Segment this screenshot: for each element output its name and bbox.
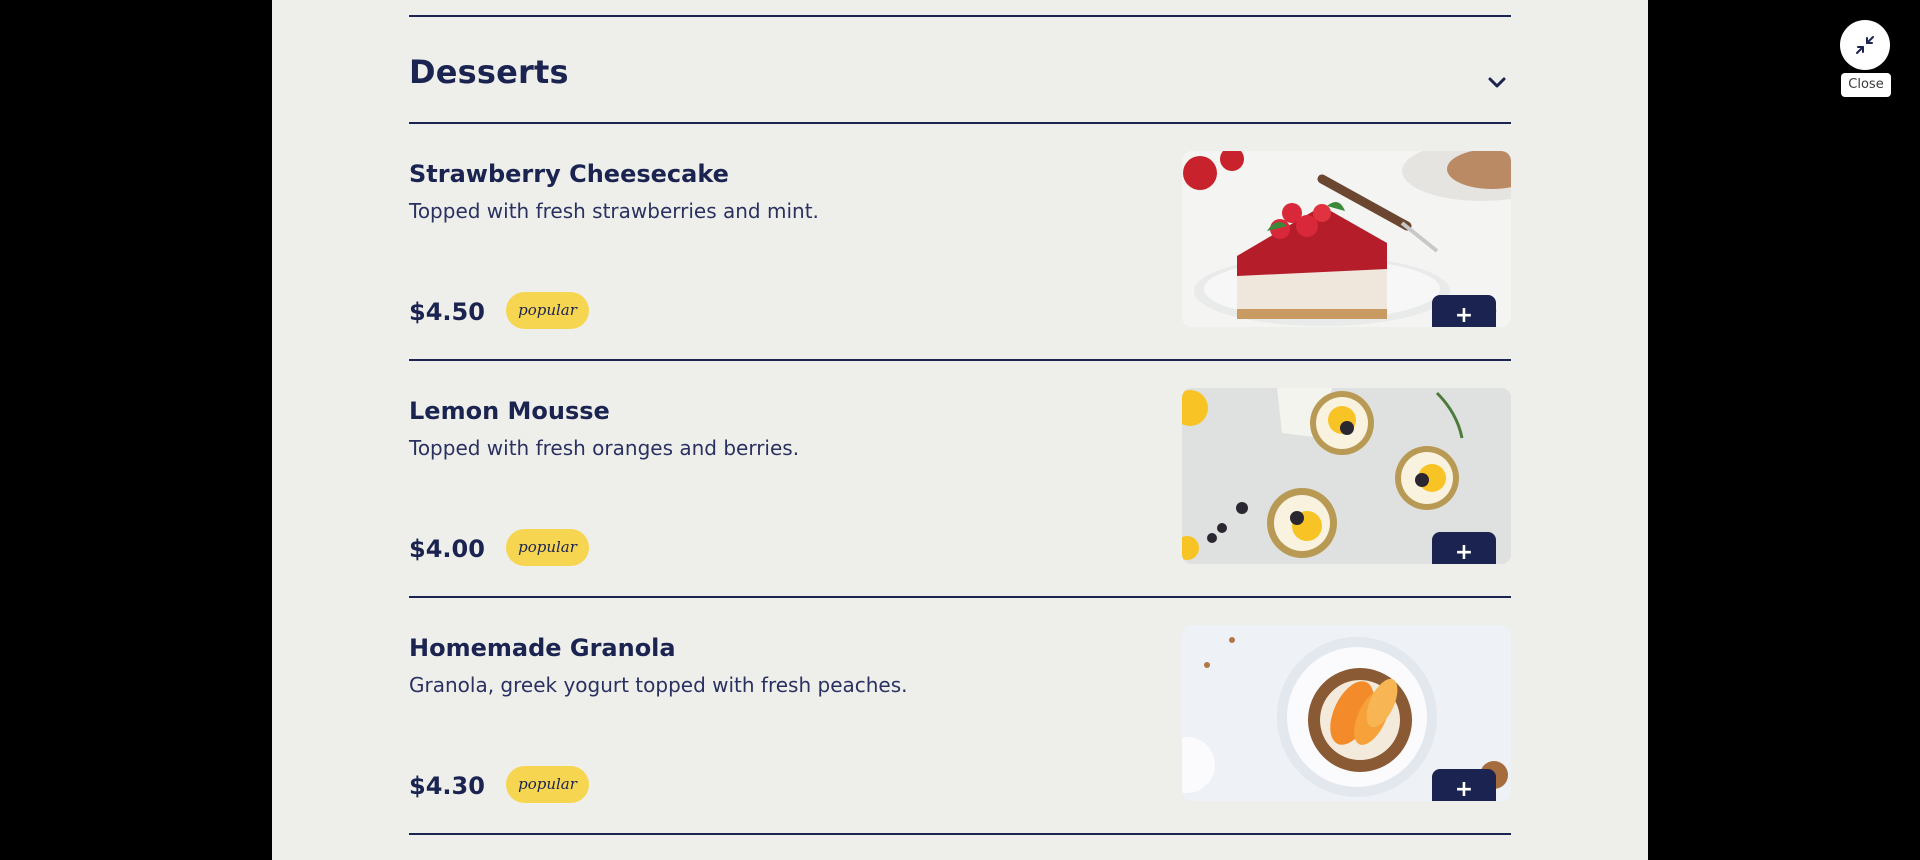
item-price: $4.30 [409, 772, 485, 800]
menu-panel: Desserts Strawberry Cheesecake Topped wi… [272, 0, 1648, 860]
section-header[interactable]: Desserts [409, 17, 1511, 122]
lemon-mousse-photo: + [1182, 388, 1511, 564]
section-title: Desserts [409, 53, 569, 91]
strawberry-cheesecake-photo: + [1182, 151, 1511, 327]
close-control: Close [1840, 20, 1892, 97]
item-name: Homemade Granola [409, 634, 676, 662]
popular-badge: popular [506, 766, 589, 803]
chevron-down-icon[interactable] [1487, 73, 1507, 93]
item-description: Granola, greek yogurt topped with fresh … [409, 673, 908, 697]
close-tooltip: Close [1841, 73, 1891, 97]
add-to-cart-button[interactable]: + [1432, 532, 1496, 564]
popular-badge: popular [506, 529, 589, 566]
add-to-cart-button[interactable]: + [1432, 769, 1496, 801]
menu-item-homemade-granola[interactable]: Homemade Granola Granola, greek yogurt t… [409, 598, 1511, 833]
item-name: Strawberry Cheesecake [409, 160, 729, 188]
menu-item-strawberry-cheesecake[interactable]: Strawberry Cheesecake Topped with fresh … [409, 124, 1511, 359]
homemade-granola-photo: + [1182, 625, 1511, 801]
divider [409, 833, 1511, 835]
popular-badge: popular [506, 292, 589, 329]
item-price: $4.50 [409, 298, 485, 326]
item-name: Lemon Mousse [409, 397, 610, 425]
menu-section: Desserts Strawberry Cheesecake Topped wi… [409, 0, 1511, 835]
add-to-cart-button[interactable]: + [1432, 295, 1496, 327]
menu-item-lemon-mousse[interactable]: Lemon Mousse Topped with fresh oranges a… [409, 361, 1511, 596]
minimize-icon [1856, 36, 1874, 54]
item-price: $4.00 [409, 535, 485, 563]
close-button[interactable] [1840, 20, 1890, 70]
item-description: Topped with fresh oranges and berries. [409, 436, 800, 460]
item-description: Topped with fresh strawberries and mint. [409, 199, 819, 223]
